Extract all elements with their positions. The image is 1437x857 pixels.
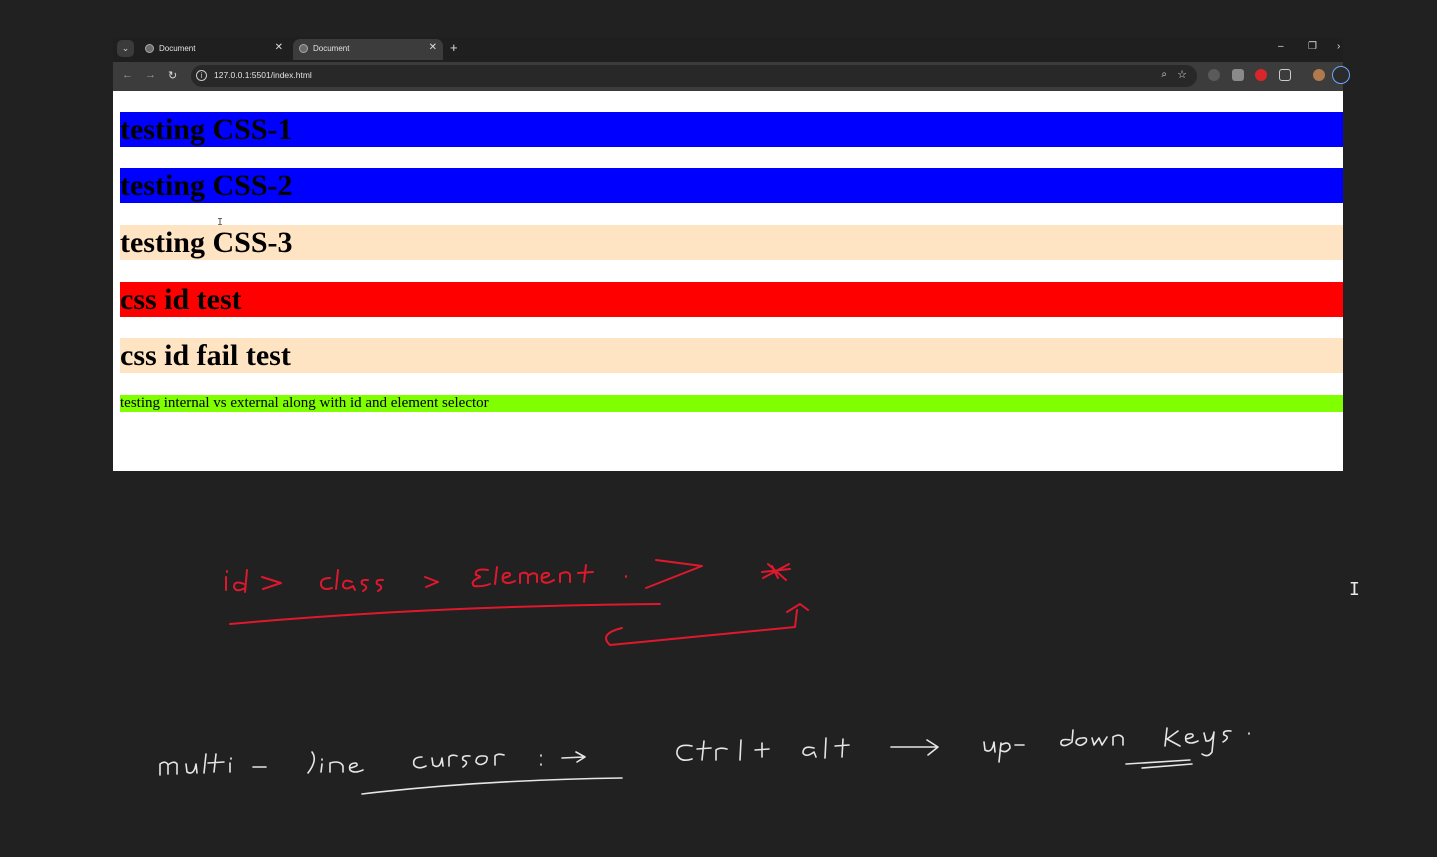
ink-stroke: [342, 579, 356, 591]
note-line-1: [225, 559, 809, 646]
ink-stroke: [761, 563, 791, 581]
ink-stroke: [1060, 729, 1074, 747]
ink-stroke: [233, 569, 248, 593]
ink-stroke: [424, 576, 439, 588]
ink-stroke: [471, 568, 491, 588]
ink-stroke: [577, 564, 594, 583]
ink-stroke: [185, 763, 198, 774]
ink-stroke: [802, 746, 817, 758]
ink-stroke: [561, 751, 586, 763]
ink-stroke: [229, 603, 661, 625]
ink-stroke: [494, 753, 505, 766]
ink-stroke: [461, 755, 471, 768]
ink-stroke: [1201, 731, 1215, 757]
ink-stroke: [360, 578, 369, 592]
ink-stroke: [375, 578, 384, 592]
ink-stroke: [824, 737, 827, 759]
ink-stroke: [320, 758, 323, 773]
ink-stroke: [890, 739, 939, 756]
text-cursor-icon: I: [1349, 579, 1360, 600]
ink-stroke: [540, 571, 555, 584]
ink-stroke: [319, 577, 333, 590]
ink-stroke: [361, 777, 623, 795]
ink-stroke: [475, 755, 488, 766]
ink-stroke: [739, 739, 742, 761]
ink-stroke: [203, 753, 207, 774]
ink-stroke: [261, 576, 282, 590]
ink-stroke: [225, 570, 228, 591]
ink-stroke: [696, 740, 712, 761]
ink-stroke: [1125, 759, 1193, 769]
ink-stroke: [1112, 734, 1124, 746]
ink-stroke: [412, 756, 427, 769]
ink-stroke: [431, 757, 444, 768]
ink-stroke: [676, 744, 693, 761]
ink-stroke: [715, 747, 728, 761]
ink-stroke: [329, 761, 344, 773]
ink-stroke: [335, 569, 339, 590]
ink-stroke: [207, 753, 225, 773]
handwritten-notes: [159, 559, 1250, 795]
ink-stroke: [307, 751, 316, 774]
ink-stroke: [605, 609, 798, 646]
ink-stroke: [1164, 727, 1181, 747]
ink-stroke: [229, 757, 232, 773]
ink-stroke: [834, 738, 850, 758]
ink-stroke: [754, 742, 770, 758]
ink-stroke: [159, 761, 178, 776]
ink-stroke: [519, 571, 538, 584]
ink-stroke: [1075, 737, 1088, 747]
ink-stroke: [1222, 730, 1232, 743]
ink-stroke: [645, 559, 703, 589]
ink-stroke: [559, 571, 571, 583]
ink-stroke: [998, 742, 1011, 763]
ink-stroke: [1184, 733, 1199, 744]
ink-stroke: [348, 762, 364, 773]
ink-stroke: [983, 741, 996, 753]
ink-stroke: [501, 571, 516, 584]
ink-stroke: [1091, 736, 1108, 746]
ink-stroke: [494, 566, 498, 585]
note-line-2: [159, 727, 1250, 795]
ink-stroke: [448, 754, 458, 767]
